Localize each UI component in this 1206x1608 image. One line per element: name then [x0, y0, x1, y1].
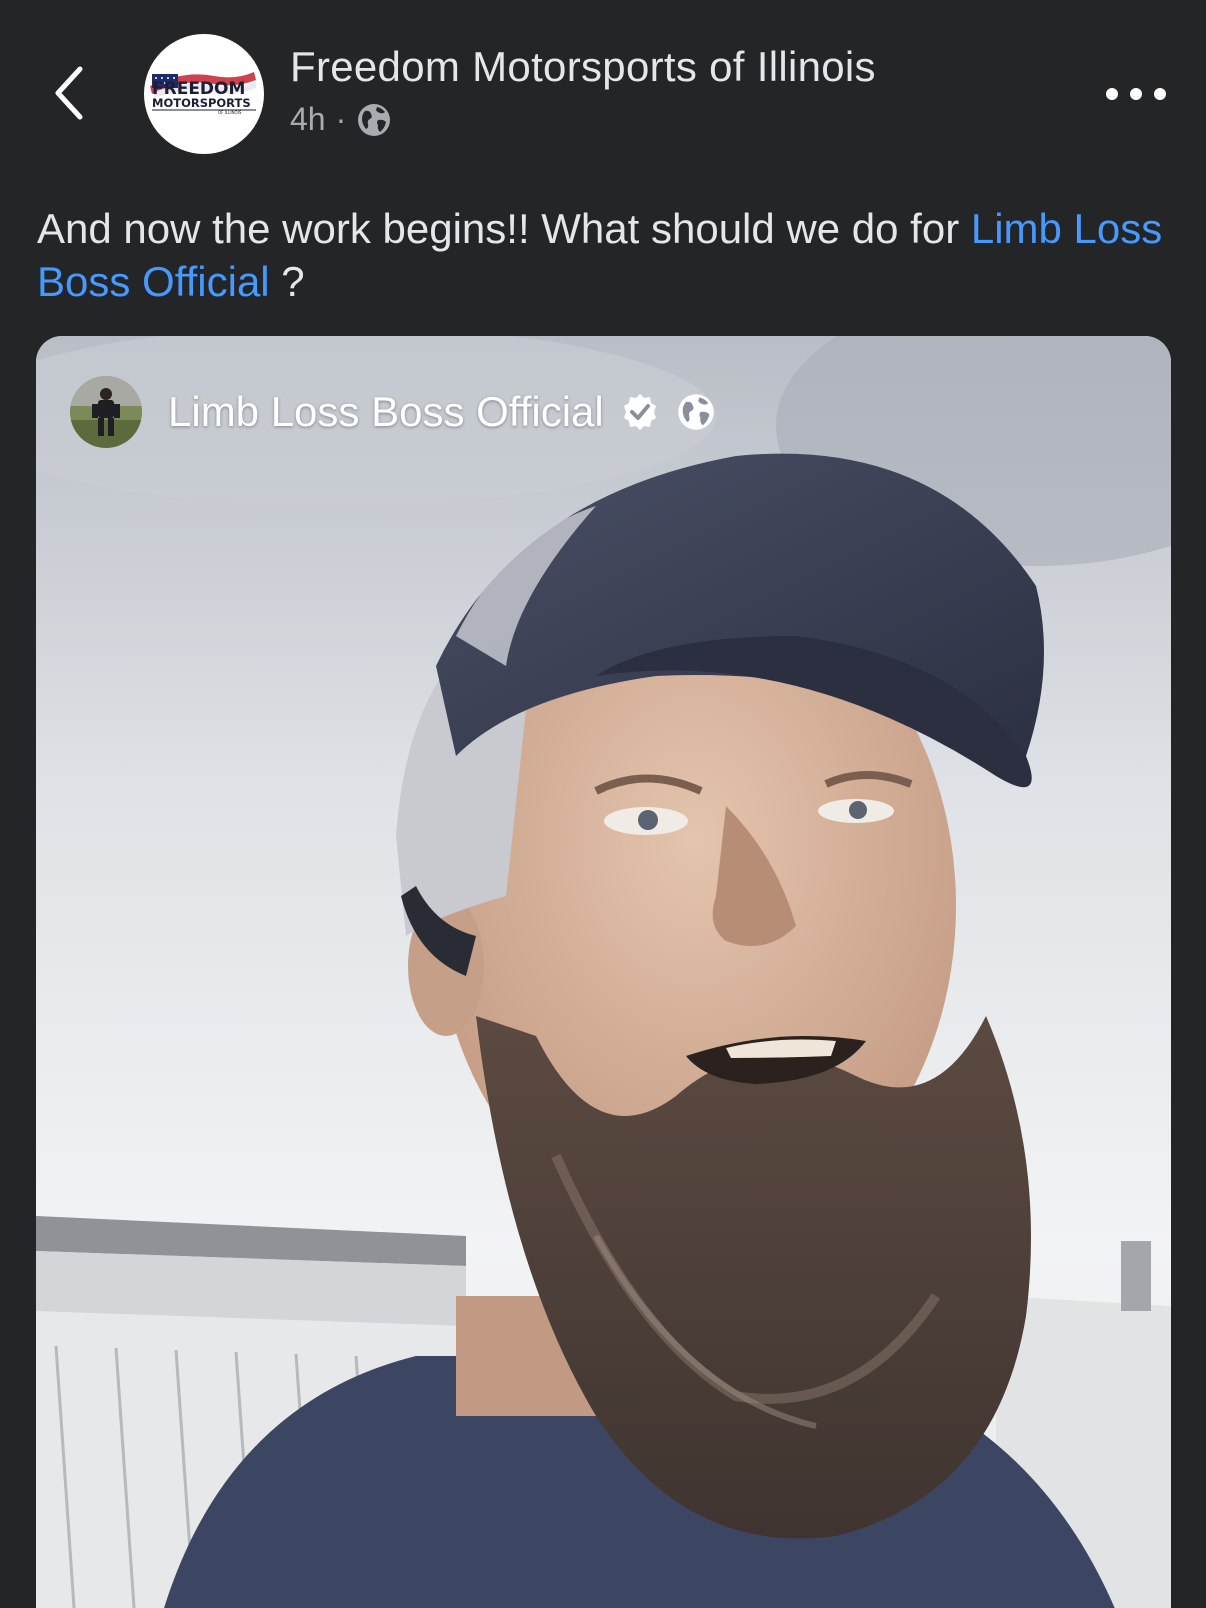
logo-line-3: OF ILLINOIS: [218, 110, 242, 115]
more-dot-icon: [1106, 88, 1118, 100]
globe-icon: [358, 103, 391, 136]
shared-author-name[interactable]: Limb Loss Boss Official: [168, 388, 604, 436]
logo-line-2: MOTORSPORTS: [152, 96, 251, 110]
post-screen: FREEDOM MOTORSPORTS OF ILLINOIS Freedom …: [0, 0, 1206, 1608]
more-options-button[interactable]: [1106, 80, 1166, 108]
post-text-body: And now the work begins!! What should we…: [37, 205, 971, 252]
verified-badge: [620, 392, 660, 432]
shared-audience: [676, 392, 716, 432]
shared-post-card[interactable]: Limb Loss Boss Official: [36, 336, 1171, 1608]
shared-video-image[interactable]: [36, 336, 1171, 1608]
more-dot-icon: [1130, 88, 1142, 100]
freedom-motorsports-logo: FREEDOM MOTORSPORTS OF ILLINOIS: [150, 72, 256, 115]
back-button[interactable]: [44, 62, 96, 124]
meta-separator: ·: [335, 101, 347, 137]
page-name-link[interactable]: Freedom Motorsports of Illinois: [290, 43, 876, 91]
verified-badge-icon: [623, 394, 656, 430]
chevron-left-icon: [55, 66, 83, 120]
post-text-end: ?: [269, 258, 305, 305]
post-text: And now the work begins!! What should we…: [37, 202, 1177, 308]
post-timestamp[interactable]: 4h: [290, 101, 326, 138]
page-avatar[interactable]: FREEDOM MOTORSPORTS OF ILLINOIS: [144, 34, 264, 154]
shared-post-header: Limb Loss Boss Official: [70, 376, 716, 448]
globe-icon: [677, 394, 714, 430]
post-meta: 4h ·: [290, 101, 392, 138]
more-dot-icon: [1154, 88, 1166, 100]
author-avatar-photo: [70, 376, 142, 448]
shared-author-avatar[interactable]: [70, 376, 142, 448]
